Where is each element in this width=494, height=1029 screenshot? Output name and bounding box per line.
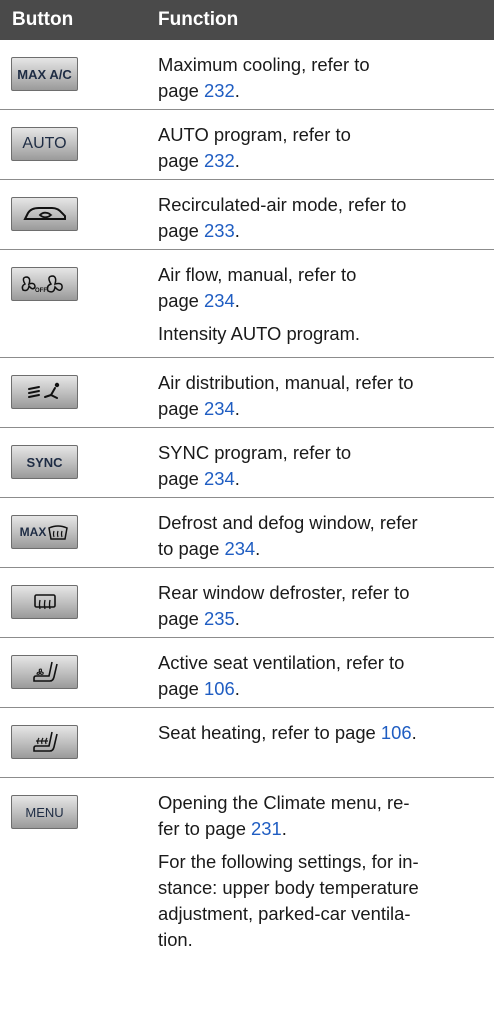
max-ac-icon: MAX A/C (17, 66, 72, 82)
table-row: Seat heating, refer to page 106. (0, 708, 494, 777)
max-defrost-button[interactable]: MAX (11, 515, 78, 549)
row-description: Opening the Climate menu, re-fer to page… (158, 790, 478, 953)
row-description: Maximum cooling, refer to page 232. (158, 54, 370, 101)
row-description: Air distribution, manual, refer to page 2… (158, 372, 414, 419)
table-row: Active seat ventilation, refer to page 10… (0, 638, 494, 707)
row-description: Recirculated-air mode, refer to page 233. (158, 194, 407, 241)
menu-icon: MENU (25, 804, 64, 820)
page-link[interactable]: 234 (204, 468, 235, 489)
air-flow-button[interactable]: OFF (11, 267, 78, 301)
auto-icon: AUTO (22, 135, 67, 152)
sync-icon: SYNC (26, 454, 63, 470)
max-ac-button[interactable]: MAX A/C (11, 57, 78, 91)
page-link[interactable]: 106 (381, 722, 412, 743)
page-link[interactable]: 232 (204, 80, 235, 101)
rear-defroster-button[interactable] (11, 585, 78, 619)
row-description: Air flow, manual, refer to page 234. Inte… (158, 264, 361, 344)
seat-heating-icon (32, 731, 58, 752)
menu-button[interactable]: MENU (11, 795, 78, 829)
max-defrost-icon: MAX (20, 523, 70, 541)
table-row: AUTO AUTO program, refer to page 232. (0, 110, 494, 179)
seat-ventilation-icon (32, 661, 58, 682)
rear-defroster-icon (33, 594, 56, 610)
table-row: MAX Defrost and defog window, refer to pa… (0, 498, 494, 567)
page-link[interactable]: 234 (224, 538, 255, 559)
row-description: Rear window defroster, refer to page 235. (158, 582, 410, 629)
air-distribution-button[interactable] (11, 375, 78, 409)
header-button-label: Button (12, 9, 74, 30)
seat-ventilation-button[interactable] (11, 655, 78, 689)
row-description: AUTO program, refer to page 232. (158, 124, 351, 171)
table-row: SYNC SYNC program, refer to page 234. (0, 428, 494, 497)
row-description: Seat heating, refer to page 106. (158, 722, 417, 743)
table-row: Rear window defroster, refer to page 235. (0, 568, 494, 637)
fan-icon: OFF (21, 275, 63, 294)
row-description: SYNC program, refer to page 234. (158, 442, 352, 489)
auto-button[interactable]: AUTO (11, 127, 78, 161)
page-link[interactable]: 233 (204, 220, 235, 241)
header-function-label: Function (158, 9, 239, 30)
sync-button[interactable]: SYNC (11, 445, 78, 479)
page-link[interactable]: 234 (204, 290, 235, 311)
table-row: MAX A/C Maximum cooling, refer to page 23… (0, 40, 494, 109)
table-row: Recirculated-air mode, refer to page 233. (0, 180, 494, 249)
row-description: Active seat ventilation, refer to page 10… (158, 652, 405, 699)
row-description: Defrost and defog window, refer to page 2… (158, 512, 418, 559)
recirculation-button[interactable] (11, 197, 78, 231)
row-note: For the following settings, for in- stan… (158, 851, 419, 950)
air-distribution-icon (27, 382, 59, 399)
table-row: Air distribution, manual, refer to page 2… (0, 358, 494, 427)
page-link[interactable]: 234 (204, 398, 235, 419)
recirculation-icon (22, 207, 66, 220)
seat-heating-button[interactable] (11, 725, 78, 759)
table-row: OFF Air flow, manual, refer to page 234. … (0, 250, 494, 357)
page-link[interactable]: 106 (204, 678, 235, 699)
page-link[interactable]: 235 (204, 608, 235, 629)
table-row: MENU Opening the Climate menu, re-fer to… (0, 778, 494, 1008)
page-link[interactable]: 231 (251, 818, 282, 839)
svg-text:OFF: OFF (35, 288, 47, 294)
table-header: Button Function (0, 0, 494, 40)
page-link[interactable]: 232 (204, 150, 235, 171)
